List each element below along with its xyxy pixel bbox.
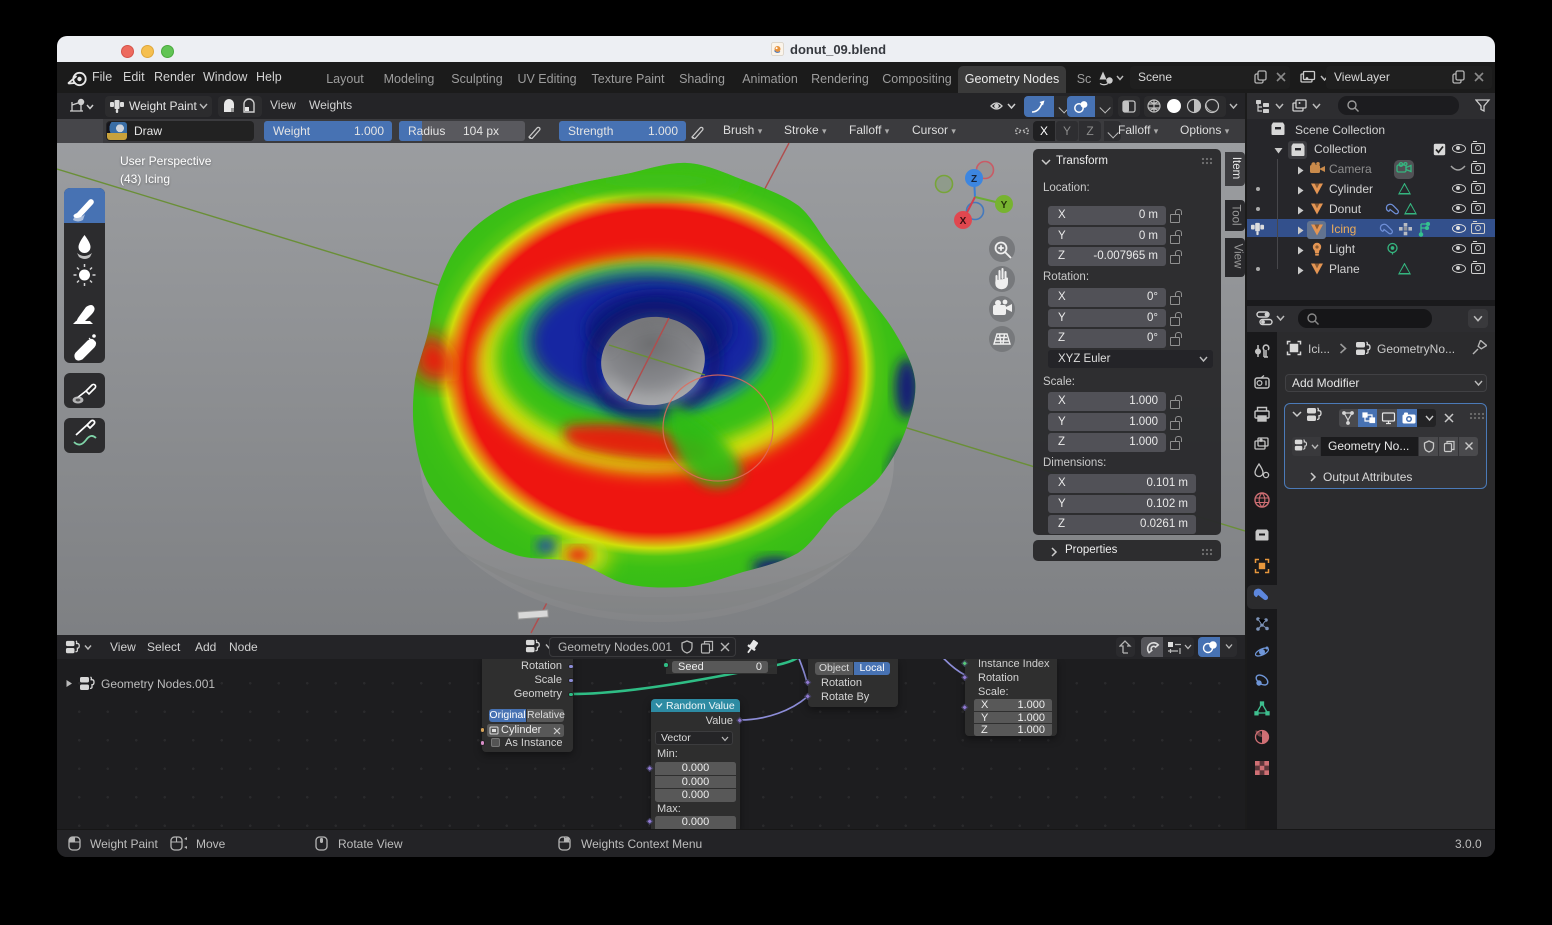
- svg-text:X: X: [960, 216, 967, 227]
- svg-text:Y: Y: [1001, 200, 1008, 211]
- svg-text:Z: Z: [971, 174, 977, 185]
